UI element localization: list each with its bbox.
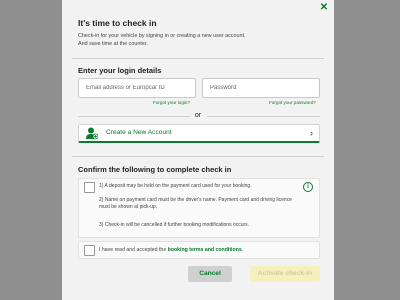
user-add-icon <box>86 127 98 140</box>
accept-terms-box: I have read and accepted the booking ter… <box>78 241 320 259</box>
password-field[interactable] <box>202 78 320 98</box>
terms-checkbox[interactable] <box>84 182 95 193</box>
intro-text-line-1: Check-in for your vehicle by signing in … <box>78 33 246 39</box>
email-field[interactable] <box>78 78 196 98</box>
or-divider-right <box>207 116 320 117</box>
forgot-password-link[interactable]: Forgot your password? <box>269 100 316 105</box>
check-in-modal: ✕ It's time to check in Check-in for you… <box>62 0 334 300</box>
divider <box>72 58 324 59</box>
term-item-2: 2) Name on payment card must be the driv… <box>99 197 292 210</box>
accept-terms-checkbox[interactable] <box>84 245 95 256</box>
login-section-title: Enter your login details <box>78 66 162 75</box>
cancel-button[interactable]: Cancel <box>188 266 232 282</box>
term-item-1: 1) A deposit may be held on the payment … <box>99 183 252 189</box>
terms-box: i 1) A deposit may be held on the paymen… <box>78 178 320 238</box>
term-item-3: 3) Check-in will be cancelled if further… <box>99 222 250 228</box>
create-account-label: Create a New Account <box>106 129 172 136</box>
create-account-button[interactable]: Create a New Account › <box>78 124 320 143</box>
chevron-right-icon: › <box>310 128 313 138</box>
modal-title: It's time to check in <box>78 18 157 28</box>
booking-terms-link[interactable]: booking terms and conditions <box>168 247 242 253</box>
info-icon[interactable]: i <box>303 182 313 192</box>
accept-terms-text: I have read and accepted the booking ter… <box>99 247 243 253</box>
accept-terms-prefix: I have read and accepted the <box>99 247 168 253</box>
accept-terms-suffix: . <box>241 247 244 253</box>
forgot-login-link[interactable]: Forgot your login? <box>153 100 190 105</box>
close-icon[interactable]: ✕ <box>318 2 330 14</box>
divider <box>72 156 324 157</box>
activate-check-in-button[interactable]: Activate check-in <box>250 266 320 282</box>
confirm-section-title: Confirm the following to complete check … <box>78 165 232 174</box>
intro-text: Check-in for your vehicle by signing in … <box>78 33 318 48</box>
intro-text-line-2: And save time at the counter. <box>78 40 148 47</box>
